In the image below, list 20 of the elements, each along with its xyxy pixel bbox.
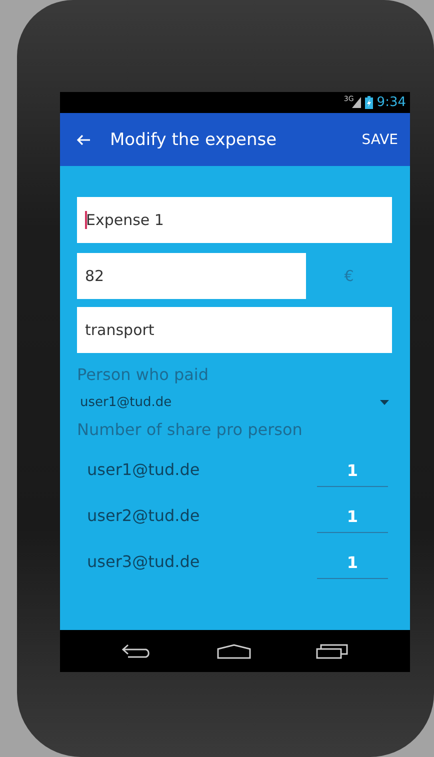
currency-symbol: € [343,267,355,285]
recent-apps-icon[interactable] [316,644,348,658]
screen-title: Modify the expense [110,130,278,150]
clock: 9:34 [376,95,406,110]
back-icon[interactable] [122,644,152,658]
shares-label: Number of share pro person [77,420,304,440]
payer-label: Person who paid [77,365,210,385]
signal-icon [352,97,361,108]
battery-icon [364,96,373,109]
amount-field[interactable]: 82 [77,253,306,299]
payer-dropdown[interactable]: user1@tud.de [77,393,392,411]
dropdown-caret-icon [380,400,389,404]
home-icon[interactable] [216,644,251,658]
save-button[interactable]: SAVE [362,128,398,152]
category-field[interactable]: transport [77,307,392,353]
user-email: user2@tud.de [87,506,201,524]
user-email: user3@tud.de [87,552,201,570]
back-arrow-icon[interactable] [76,134,90,146]
name-field[interactable]: Expense 1 [77,197,392,243]
user-email: user1@tud.de [87,460,201,478]
